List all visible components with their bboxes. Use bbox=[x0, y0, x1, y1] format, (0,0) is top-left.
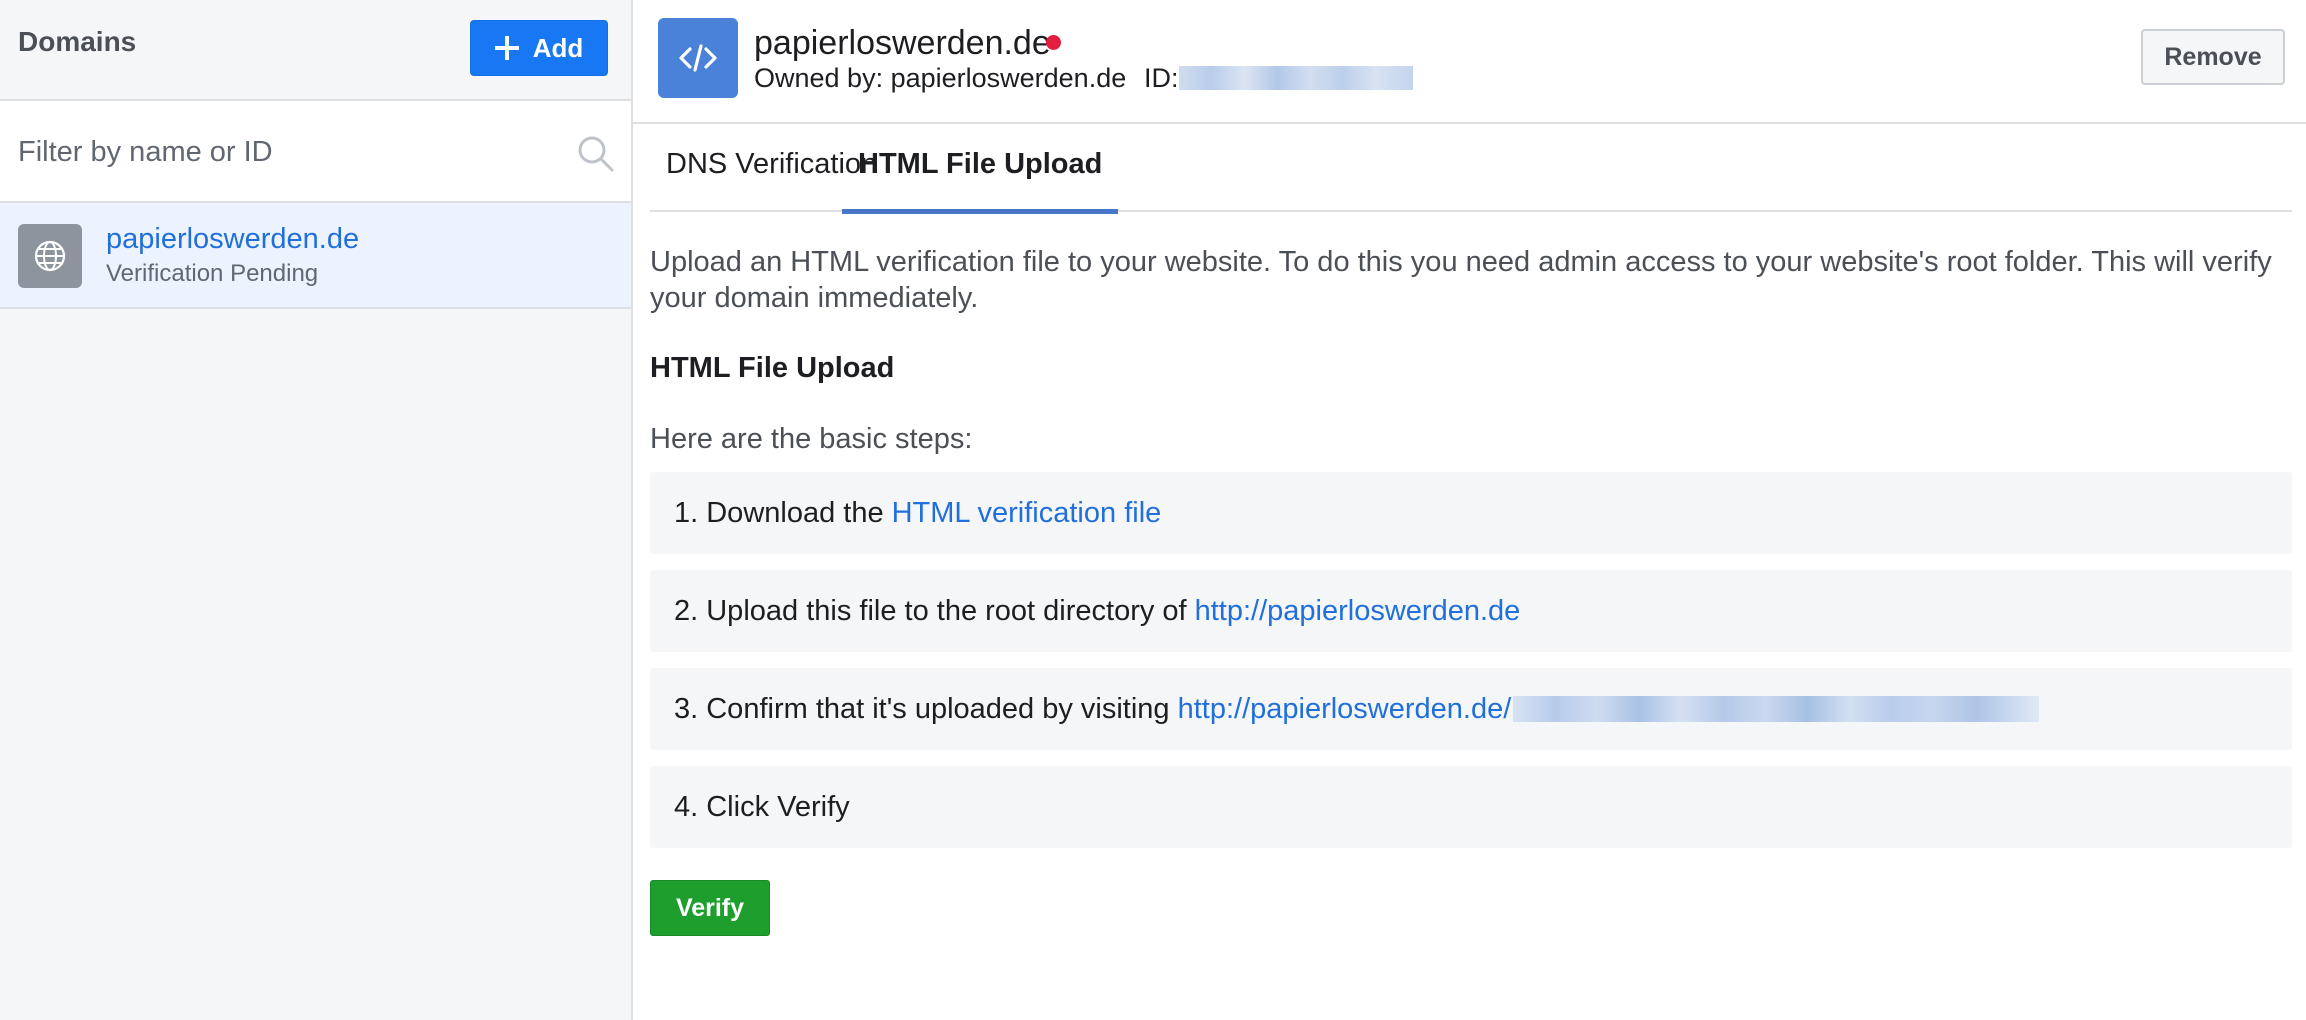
step-text: 3. Confirm that it's uploaded by visitin… bbox=[674, 692, 1170, 725]
step-item: 3. Confirm that it's uploaded by visitin… bbox=[650, 668, 2292, 750]
steps-intro: Here are the basic steps: bbox=[650, 423, 973, 455]
remove-button[interactable]: Remove bbox=[2141, 29, 2285, 85]
uploaded-file-link[interactable]: http://papierloswerden.de/ bbox=[1178, 693, 1512, 726]
code-icon bbox=[658, 18, 738, 98]
root-domain-link[interactable]: http://papierloswerden.de bbox=[1195, 595, 1521, 628]
detail-header: papierloswerden.de Owned by: papierloswe… bbox=[633, 0, 2306, 124]
add-button-label: Add bbox=[532, 32, 584, 63]
verification-file-link[interactable]: HTML verification file bbox=[892, 497, 1162, 530]
step-text: 1. Download the bbox=[674, 496, 884, 529]
sidebar-title: Domains bbox=[18, 26, 137, 57]
step-item: 4. Click Verify bbox=[650, 766, 2292, 848]
status-dot bbox=[1046, 35, 1061, 50]
step-item: 1. Download the HTML verification file bbox=[650, 472, 2292, 554]
verification-tabs: DNS Verification HTML File Upload bbox=[650, 124, 2292, 214]
plus-icon bbox=[494, 36, 519, 60]
domain-item-status: Verification Pending bbox=[106, 260, 319, 287]
globe-icon bbox=[18, 224, 82, 288]
section-heading: HTML File Upload bbox=[650, 352, 895, 384]
add-domain-button[interactable]: Add bbox=[470, 20, 608, 76]
owner-text: Owned by: papierloswerden.de bbox=[754, 63, 1127, 93]
url-redacted bbox=[1513, 696, 2040, 722]
filter-input[interactable] bbox=[18, 123, 558, 181]
domain-detail-panel: papierloswerden.de Owned by: papierloswe… bbox=[633, 0, 2306, 1020]
step-text: 2. Upload this file to the root director… bbox=[674, 594, 1187, 627]
filter-box bbox=[0, 101, 631, 203]
tab-html-file-upload[interactable]: HTML File Upload bbox=[842, 148, 1119, 214]
intro-text: Upload an HTML verification file to your… bbox=[650, 246, 2272, 314]
step-text: 4. Click Verify bbox=[674, 790, 850, 823]
domain-title: papierloswerden.de bbox=[754, 24, 1051, 62]
step-item: 2. Upload this file to the root director… bbox=[650, 570, 2292, 652]
sidebar-header: Domains Add bbox=[0, 0, 631, 101]
domain-item-name: papierloswerden.de bbox=[106, 223, 360, 255]
domains-sidebar: Domains Add papierloswerden.de Verificat… bbox=[0, 0, 633, 1020]
id-label: ID: bbox=[1144, 63, 1179, 93]
domain-list-item[interactable]: papierloswerden.de Verification Pending bbox=[0, 203, 631, 309]
id-value-redacted bbox=[1179, 66, 1413, 90]
verify-button[interactable]: Verify bbox=[650, 880, 770, 936]
search-icon[interactable] bbox=[576, 134, 616, 179]
